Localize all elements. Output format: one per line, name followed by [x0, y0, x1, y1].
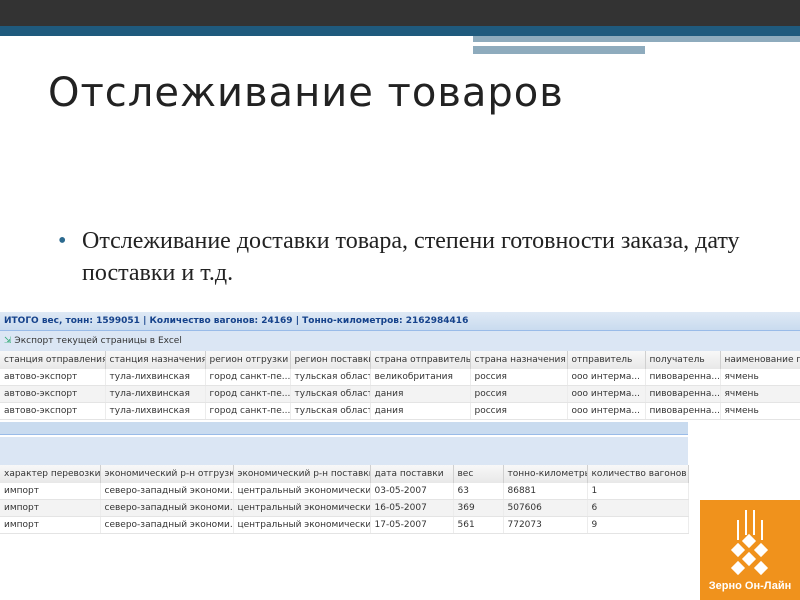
table-cell: россия: [470, 369, 568, 386]
export-excel-button[interactable]: ⇲ Экспорт текущей страницы в Excel: [0, 331, 800, 351]
table-cell: импорт: [0, 499, 101, 517]
table-cell: ячмень: [720, 402, 800, 420]
table-cell: город санкт-пе...: [205, 369, 291, 386]
company-logo: Зерно Он-Лайн: [700, 500, 800, 600]
grid-table: станция отправления станция назначения р…: [0, 351, 800, 420]
table-cell: 9: [587, 516, 689, 534]
table-cell: город санкт-пе...: [205, 402, 291, 420]
column-header[interactable]: получатель: [645, 351, 721, 369]
table-cell: 6: [587, 499, 689, 517]
table-row[interactable]: автово-экспорт тула-лихвинская город санкт…: [0, 385, 800, 403]
table-cell: 63: [453, 483, 504, 500]
table-cell: россия: [470, 385, 568, 403]
table-cell: 561: [453, 516, 504, 534]
column-header[interactable]: наименование груза: [720, 351, 800, 369]
table-cell: 369: [453, 499, 504, 517]
table-cell: импорт: [0, 516, 101, 534]
table-cell: центральный экономически...: [233, 516, 371, 534]
table-cell: пивоваренна...: [645, 385, 721, 403]
table-cell: центральный экономически...: [233, 483, 371, 500]
wheat-logo-icon: [730, 510, 769, 576]
table-cell: 17-05-2007: [370, 516, 454, 534]
table-cell: 1: [587, 483, 689, 500]
bullet-text: Отслеживание доставки товара, степени го…: [82, 228, 740, 286]
table-cell: импорт: [0, 483, 101, 500]
header-accent: [0, 26, 800, 36]
table-cell: тульская область: [290, 369, 371, 386]
column-header[interactable]: экономический р-н поставки: [233, 465, 371, 483]
table-cell: ооо интерма...: [567, 385, 646, 403]
delivery-grid: характер перевозки экономический р-н отг…: [0, 437, 689, 534]
table-cell: тула-лихвинская: [105, 385, 206, 403]
table-cell: пивоваренна...: [645, 369, 721, 386]
column-header[interactable]: станция отправления: [0, 351, 106, 369]
table-cell: центральный экономически...: [233, 499, 371, 517]
table-row[interactable]: автово-экспорт тула-лихвинская город санкт…: [0, 402, 800, 420]
table-cell: автово-экспорт: [0, 369, 106, 386]
table-cell: северо-западный экономи...: [100, 516, 234, 534]
column-header[interactable]: дата поставки: [370, 465, 454, 483]
table-cell: 86881: [503, 483, 588, 500]
table-cell: тульская область: [290, 385, 371, 403]
bullet-item: • Отслеживание доставки товара, степени г…: [58, 225, 772, 289]
table-cell: 507606: [503, 499, 588, 517]
table-cell: тула-лихвинская: [105, 402, 206, 420]
table-cell: пивоваренна...: [645, 402, 721, 420]
table-row[interactable]: автово-экспорт тула-лихвинская город санкт…: [0, 369, 800, 386]
table-cell: тула-лихвинская: [105, 369, 206, 386]
table-cell: 16-05-2007: [370, 499, 454, 517]
table-cell: северо-западный экономи...: [100, 483, 234, 500]
table-cell: 03-05-2007: [370, 483, 454, 500]
grid-footer: [0, 422, 688, 435]
column-header[interactable]: тонно-километры: [503, 465, 588, 483]
decor-line: [473, 42, 741, 44]
table-cell: ооо интерма...: [567, 402, 646, 420]
column-header[interactable]: станция назначения: [105, 351, 206, 369]
export-label: Экспорт текущей страницы в Excel: [14, 336, 182, 346]
table-cell: россия: [470, 402, 568, 420]
logo-text: Зерно Он-Лайн: [708, 580, 792, 592]
column-header[interactable]: регион поставки: [290, 351, 371, 369]
column-header[interactable]: вес: [453, 465, 504, 483]
table-row[interactable]: импорт северо-западный экономи... централь…: [0, 483, 689, 500]
column-header[interactable]: страна отправитель: [370, 351, 471, 369]
grid-table: характер перевозки экономический р-н отг…: [0, 465, 689, 534]
table-cell: северо-западный экономи...: [100, 499, 234, 517]
table-cell: ячмень: [720, 369, 800, 386]
column-header[interactable]: количество вагонов: [587, 465, 689, 483]
table-cell: дания: [370, 402, 471, 420]
grid-toolbar: [0, 437, 688, 457]
header-bar: [0, 0, 800, 26]
column-header[interactable]: экономический р-н отгрузки: [100, 465, 234, 483]
slide-title: Отслеживание товаров: [48, 70, 564, 116]
column-header[interactable]: регион отгрузки: [205, 351, 291, 369]
table-cell: тульская область: [290, 402, 371, 420]
bullet-icon: •: [58, 228, 67, 254]
table-cell: дания: [370, 385, 471, 403]
table-row[interactable]: импорт северо-западный экономи... централь…: [0, 516, 689, 534]
table-cell: великобритания: [370, 369, 471, 386]
table-row[interactable]: импорт северо-западный экономи... централь…: [0, 499, 689, 517]
table-cell: город санкт-пе...: [205, 385, 291, 403]
column-header[interactable]: отправитель: [567, 351, 646, 369]
excel-icon: ⇲: [4, 336, 12, 346]
table-cell: ячмень: [720, 385, 800, 403]
table-cell: 772073: [503, 516, 588, 534]
column-header[interactable]: характер перевозки: [0, 465, 101, 483]
decor-line: [473, 46, 645, 54]
totals-summary: ИТОГО вес, тонн: 1599051 | Количество ва…: [0, 312, 800, 331]
table-cell: ооо интерма...: [567, 369, 646, 386]
table-cell: автово-экспорт: [0, 402, 106, 420]
column-header[interactable]: страна назначения: [470, 351, 568, 369]
shipments-grid: ИТОГО вес, тонн: 1599051 | Количество ва…: [0, 312, 800, 435]
table-cell: автово-экспорт: [0, 385, 106, 403]
